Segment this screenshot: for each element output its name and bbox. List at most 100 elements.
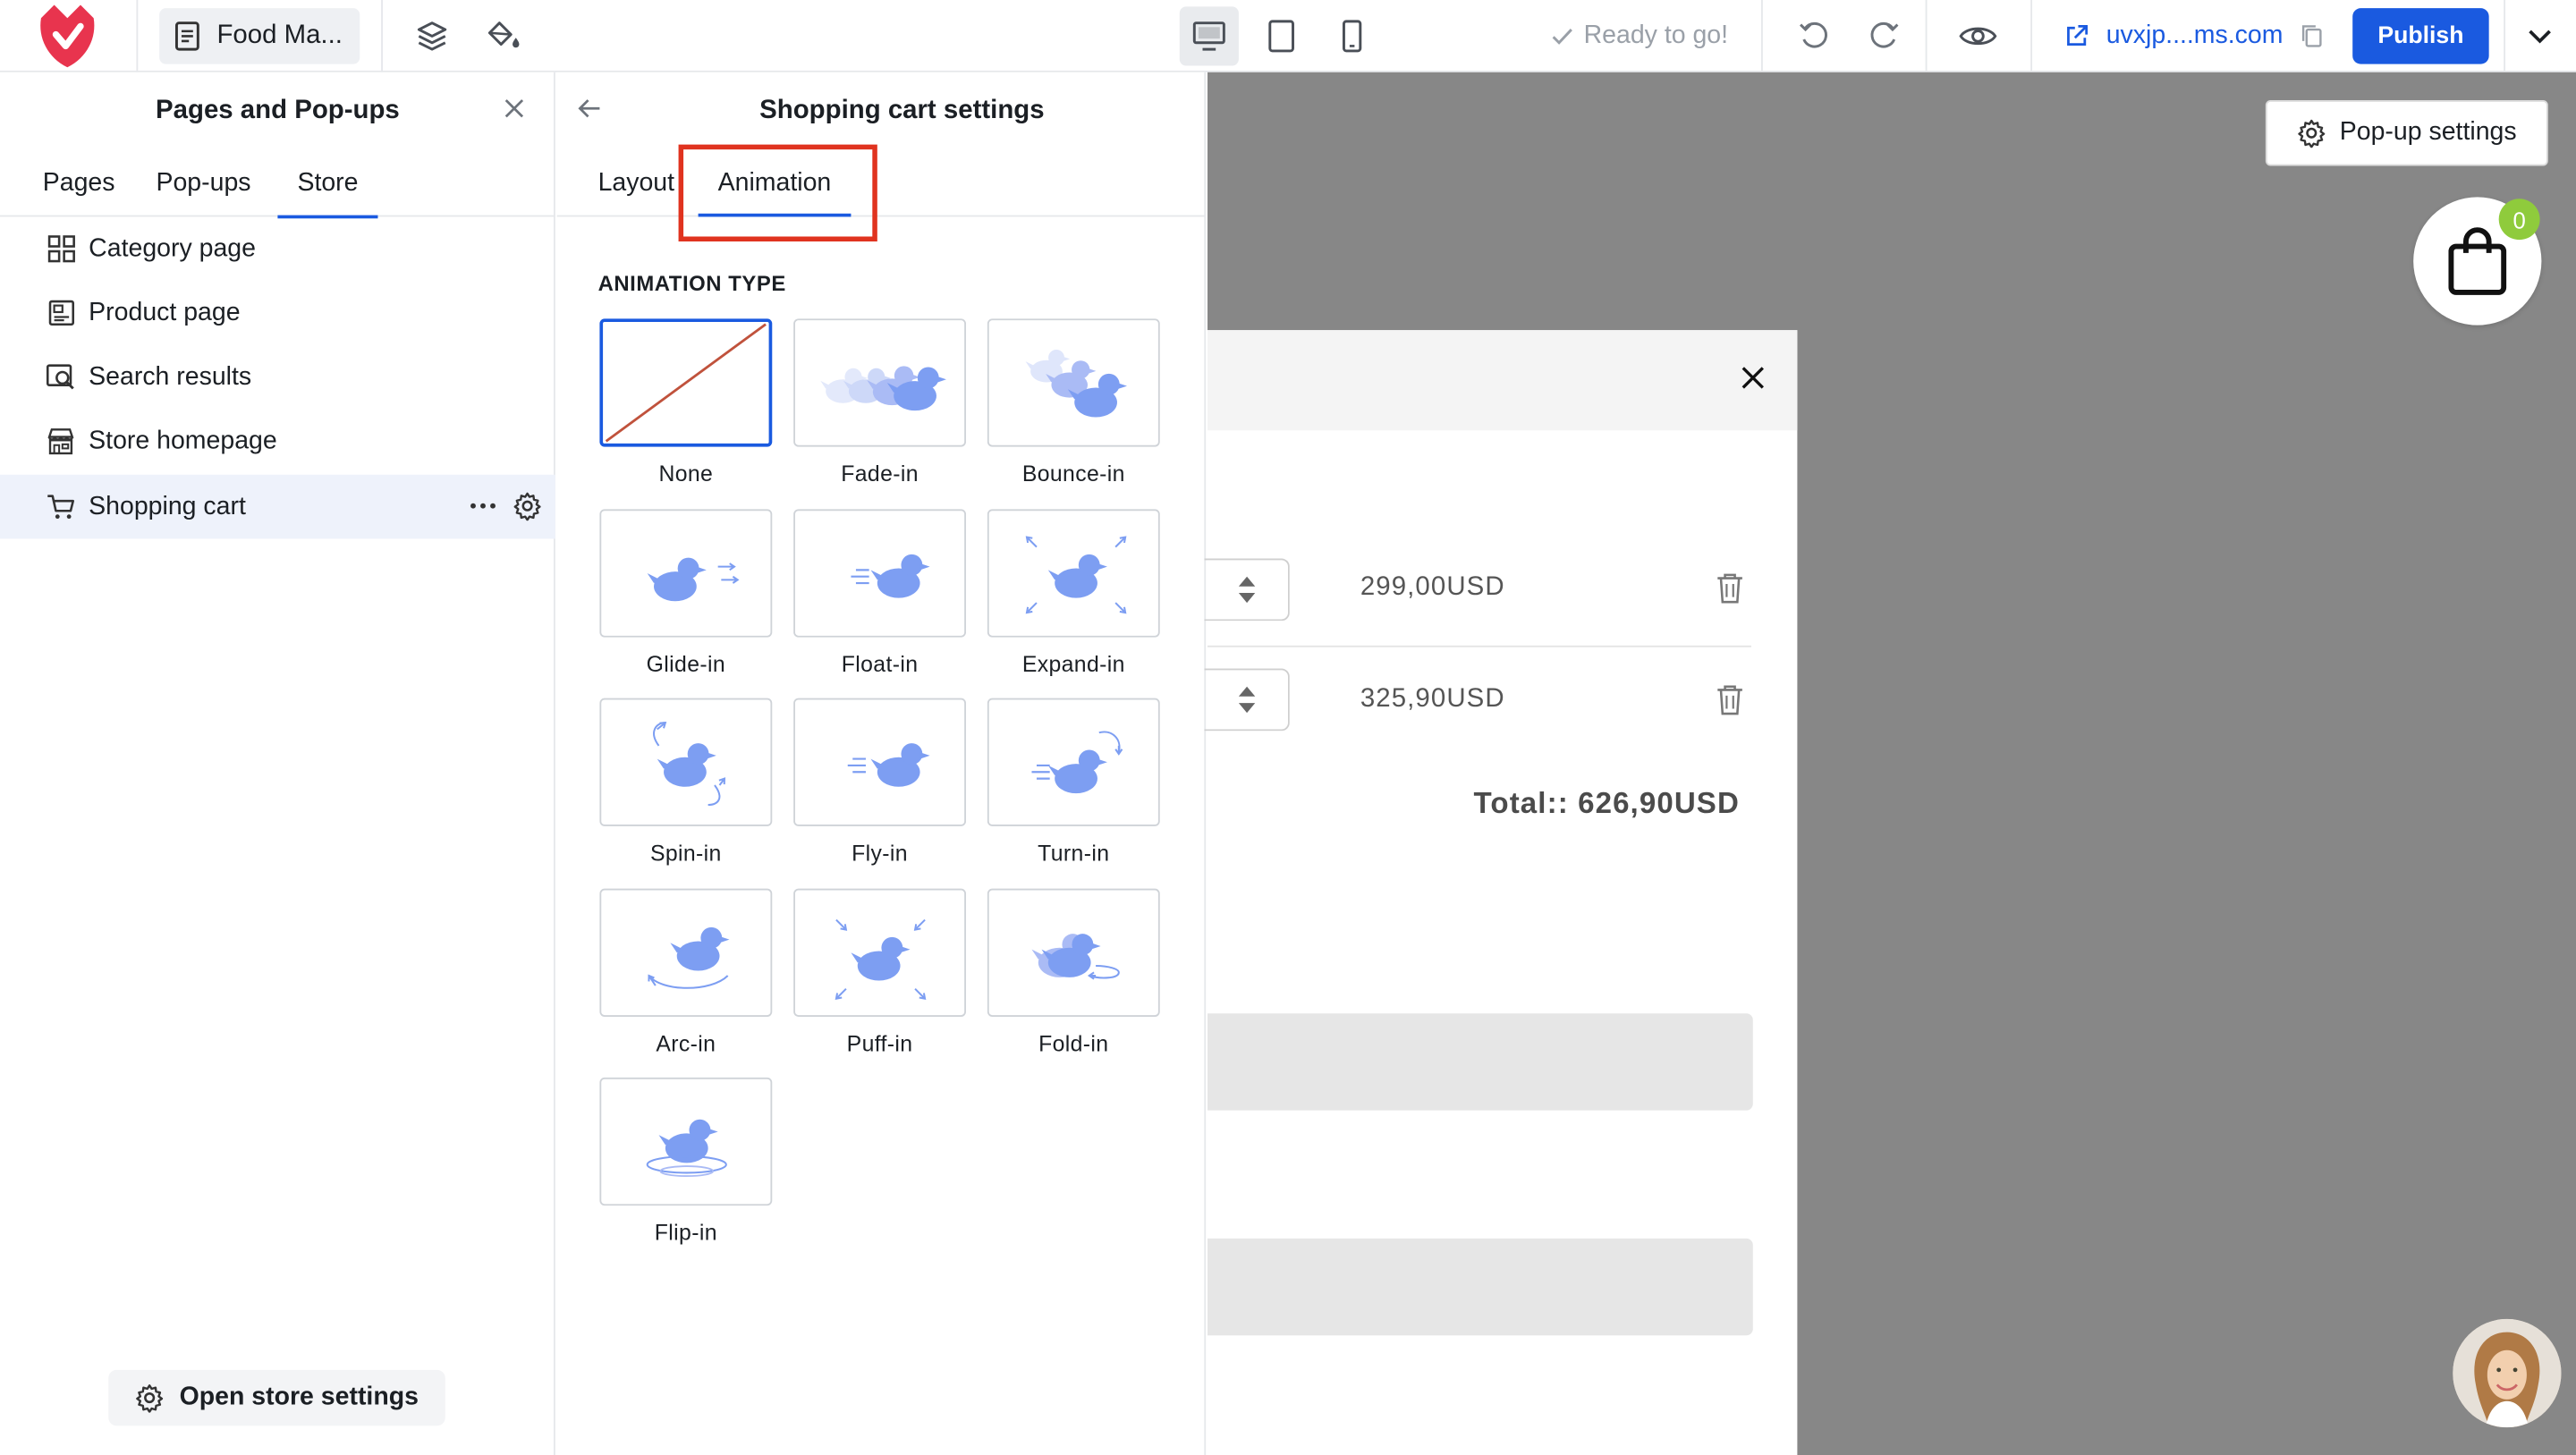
external-link-icon <box>2067 25 2089 46</box>
animation-option-arc-in[interactable]: Arc-in <box>599 888 773 1057</box>
page-switcher[interactable]: Food Ma... <box>159 8 360 64</box>
tab-store[interactable]: Store <box>277 149 378 219</box>
toolbar-divider <box>1925 0 1928 72</box>
eye-icon <box>1959 27 1997 46</box>
popup-settings-button[interactable]: Pop-up settings <box>2265 100 2548 166</box>
layers-icon <box>417 21 447 51</box>
settings-tabs: Layout Animation <box>556 149 1207 217</box>
animation-preview-icon[interactable] <box>599 698 773 826</box>
animation-option-fade-in[interactable]: Fade-in <box>793 318 967 486</box>
publish-options-button[interactable] <box>2511 6 2570 65</box>
animation-option-glide-in[interactable]: Glide-in <box>599 509 773 677</box>
item-price: 299,00USD <box>1360 573 1505 602</box>
animation-option-float-in[interactable]: Float-in <box>793 509 967 677</box>
desktop-view-button[interactable] <box>1179 6 1239 66</box>
undo-button[interactable] <box>1784 6 1843 65</box>
page-icon <box>174 21 199 51</box>
quantity-stepper[interactable] <box>1204 668 1290 732</box>
open-store-settings-button[interactable]: Open store settings <box>108 1369 445 1426</box>
animation-option-fly-in[interactable]: Fly-in <box>793 698 967 866</box>
animation-preview-icon[interactable] <box>793 509 967 638</box>
animation-option-flip-in[interactable]: Flip-in <box>599 1077 773 1245</box>
animation-option-puff-in[interactable]: Puff-in <box>793 888 967 1056</box>
cart-total: Total:: 626,90USD <box>1473 786 1740 820</box>
animation-option-label: Glide-in <box>646 652 726 677</box>
cart-widget[interactable]: 0 <box>2413 197 2542 326</box>
animation-preview-icon[interactable] <box>599 318 773 447</box>
store-icon <box>46 427 75 456</box>
cart-button-placeholder[interactable] <box>1208 1238 1753 1336</box>
cart-popup-header <box>1208 330 1798 431</box>
tab-layout[interactable]: Layout <box>598 149 674 216</box>
animation-preview-icon[interactable] <box>987 318 1160 447</box>
animation-preview-icon[interactable] <box>793 888 967 1017</box>
toolbar-divider <box>136 0 139 72</box>
quantity-stepper[interactable] <box>1204 558 1290 622</box>
shopping-bag-icon <box>2448 227 2507 295</box>
remove-item-button[interactable] <box>1716 571 1745 613</box>
close-cart-popup-button[interactable] <box>1738 363 1767 401</box>
animation-option-label: Expand-in <box>1021 652 1125 677</box>
nav-item-product-page[interactable]: Product page <box>0 281 555 345</box>
animation-option-label: Fly-in <box>852 841 908 866</box>
animation-option-none[interactable]: None <box>599 318 773 486</box>
animation-preview-icon[interactable] <box>987 888 1160 1017</box>
gear-icon <box>136 1384 164 1413</box>
publish-button[interactable]: Publish <box>2352 8 2489 64</box>
mobile-view-button[interactable] <box>1323 6 1382 65</box>
tab-pop-ups[interactable]: Pop-ups <box>156 149 250 216</box>
toolbar-divider <box>2030 0 2033 72</box>
cart-popup: 299,00USD 325,90USD Total:: 626,90USD <box>1204 330 1798 1455</box>
support-chat-avatar[interactable] <box>2453 1318 2562 1428</box>
animation-option-label: Fade-in <box>841 461 919 486</box>
animation-preview-icon[interactable] <box>599 1077 773 1206</box>
animation-option-fold-in[interactable]: Fold-in <box>987 888 1160 1056</box>
cart-icon <box>46 492 75 521</box>
more-options-icon[interactable] <box>470 503 496 509</box>
cart-button-placeholder[interactable] <box>1208 1013 1753 1111</box>
animation-option-expand-in[interactable]: Expand-in <box>987 509 1160 677</box>
nav-item-search-results[interactable]: Search results <box>0 345 555 410</box>
animation-preview-icon[interactable] <box>987 509 1160 638</box>
highlight-annotation <box>678 144 877 242</box>
animation-option-spin-in[interactable]: Spin-in <box>599 698 773 866</box>
layers-button[interactable] <box>402 6 462 65</box>
save-status: Ready to go! <box>1551 0 1728 72</box>
design-button[interactable] <box>475 6 534 65</box>
trash-icon <box>1717 573 1742 604</box>
animation-option-turn-in[interactable]: Turn-in <box>987 698 1160 866</box>
copy-icon[interactable] <box>2300 23 2323 49</box>
nav-item-label: Shopping cart <box>89 492 246 520</box>
nav-item-category-page[interactable]: Category page <box>0 216 555 281</box>
preview-button[interactable] <box>1948 6 2007 65</box>
close-pages-panel-button[interactable] <box>501 96 527 131</box>
animation-preview-icon[interactable] <box>599 888 773 1017</box>
undo-icon <box>1800 21 1827 48</box>
redo-button[interactable] <box>1855 6 1914 65</box>
editor-canvas: Pop-up settings 0 299,00USD 325,90USD To… <box>1204 72 2576 1455</box>
desktop-icon <box>1192 21 1225 51</box>
cart-count-badge: 0 <box>2498 199 2540 241</box>
animation-preview-icon[interactable] <box>987 698 1160 826</box>
mobile-icon <box>1342 20 1362 53</box>
open-store-settings-label: Open store settings <box>179 1383 419 1411</box>
app-logo[interactable] <box>26 0 108 72</box>
nav-item-store-homepage[interactable]: Store homepage <box>0 409 555 473</box>
gear-icon[interactable] <box>513 491 542 521</box>
gear-icon <box>2298 119 2326 148</box>
remove-item-button[interactable] <box>1716 683 1745 724</box>
grid-icon <box>46 234 75 264</box>
animation-preview-icon[interactable] <box>793 698 967 826</box>
animation-preview-icon[interactable] <box>599 509 773 638</box>
pages-panel: Pages and Pop-ups Pages Pop-ups Store Ca… <box>0 72 555 1455</box>
nav-item-label: Search results <box>89 362 252 391</box>
product-page-icon <box>46 298 75 327</box>
tablet-view-button[interactable] <box>1252 6 1311 65</box>
site-domain-link[interactable]: uvxjp....ms.com <box>2063 0 2323 72</box>
close-icon <box>1741 367 1764 389</box>
nav-item-shopping-cart[interactable]: Shopping cart <box>0 474 555 539</box>
animation-option-bounce-in[interactable]: Bounce-in <box>987 318 1160 486</box>
tab-pages[interactable]: Pages <box>43 149 115 216</box>
animation-preview-icon[interactable] <box>793 318 967 447</box>
animation-option-label: Arc-in <box>656 1031 716 1057</box>
